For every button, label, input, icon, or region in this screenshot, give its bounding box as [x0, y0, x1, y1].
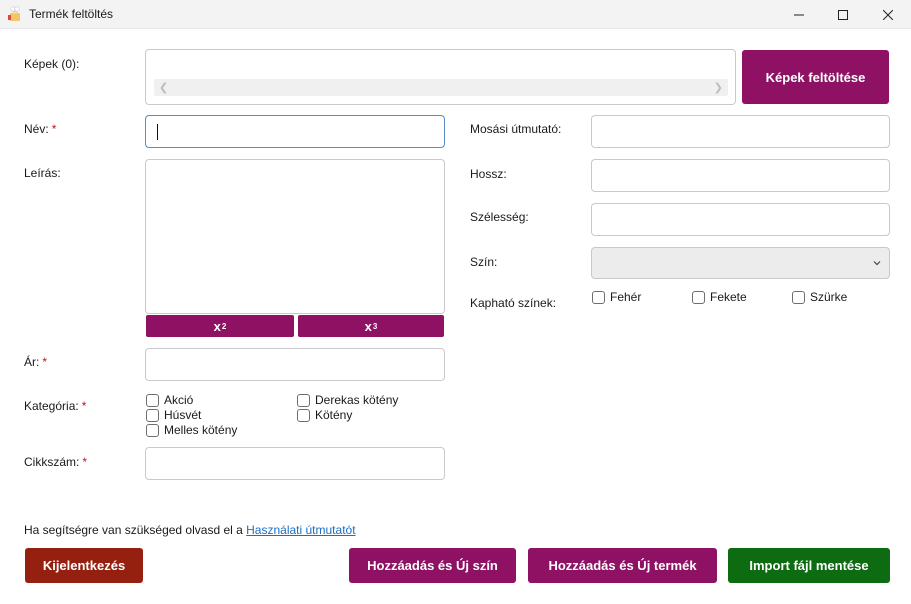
category-checkbox-koteny[interactable]: Kötény [297, 408, 352, 422]
user-guide-link[interactable]: Használati útmutatót [246, 523, 355, 537]
images-label: Képek (0): [24, 57, 80, 71]
minimize-button[interactable] [776, 0, 822, 29]
category-checkbox-derekas-koteny[interactable]: Derekas kötény [297, 393, 398, 407]
minimize-icon [794, 14, 804, 15]
checkbox[interactable] [146, 393, 159, 407]
images-gallery[interactable]: ❮ ❯ [145, 49, 736, 105]
length-input[interactable] [591, 159, 890, 192]
name-input[interactable] [145, 115, 445, 148]
checkbox[interactable] [146, 408, 159, 422]
scroll-left-icon[interactable]: ❮ [159, 81, 168, 94]
chevron-down-icon [873, 261, 881, 266]
name-label: Név: * [24, 122, 57, 136]
checkbox[interactable] [692, 290, 705, 304]
close-button[interactable] [865, 0, 911, 29]
description-label: Leírás: [24, 166, 61, 180]
sku-input[interactable] [145, 447, 445, 480]
upload-images-button[interactable]: Képek feltöltése [742, 50, 889, 104]
category-checkbox-melles-koteny[interactable]: Melles kötény [146, 423, 237, 437]
checkbox[interactable] [792, 290, 805, 304]
help-text: Ha segítségre van szükséged olvasd el a … [24, 523, 356, 537]
window-title: Termék feltöltés [29, 7, 114, 21]
price-label: Ár: * [24, 355, 48, 369]
color-select[interactable] [591, 247, 890, 279]
width-input[interactable] [591, 203, 890, 236]
wash-input[interactable] [591, 115, 890, 148]
color-checkbox-fekete[interactable]: Fekete [692, 290, 747, 304]
app-icon [8, 6, 20, 21]
close-icon [883, 9, 893, 20]
color-label: Szín: [470, 255, 498, 269]
logout-button[interactable]: Kijelentkezés [25, 548, 143, 583]
width-label: Szélesség: [470, 210, 529, 224]
available-colors-label: Kapható színek: [470, 296, 557, 310]
add-new-product-button[interactable]: Hozzáadás és Új termék [528, 548, 717, 583]
price-input[interactable] [145, 348, 445, 381]
length-label: Hossz: [470, 167, 507, 181]
maximize-icon [838, 9, 848, 20]
checkbox[interactable] [592, 290, 605, 304]
superscript-2-button[interactable]: x2 [146, 315, 294, 337]
superscript-3-button[interactable]: x3 [298, 315, 444, 337]
description-textarea[interactable] [145, 159, 445, 314]
scroll-right-icon[interactable]: ❯ [714, 81, 723, 94]
images-scrollbar[interactable]: ❮ ❯ [154, 79, 728, 96]
add-new-color-button[interactable]: Hozzáadás és Új szín [349, 548, 516, 583]
category-checkbox-husvet[interactable]: Húsvét [146, 408, 201, 422]
wash-label: Mosási útmutató: [470, 122, 562, 136]
checkbox[interactable] [297, 408, 310, 422]
save-import-button[interactable]: Import fájl mentése [728, 548, 890, 583]
category-label: Kategória: * [24, 399, 87, 413]
category-checkbox-akcio[interactable]: Akció [146, 393, 193, 407]
title-bar: Termék feltöltés [0, 0, 911, 29]
maximize-button[interactable] [820, 0, 866, 29]
checkbox[interactable] [297, 393, 310, 407]
color-checkbox-szurke[interactable]: Szürke [792, 290, 847, 304]
color-checkbox-feher[interactable]: Fehér [592, 290, 641, 304]
sku-label: Cikkszám: * [24, 455, 88, 469]
checkbox[interactable] [146, 423, 159, 437]
